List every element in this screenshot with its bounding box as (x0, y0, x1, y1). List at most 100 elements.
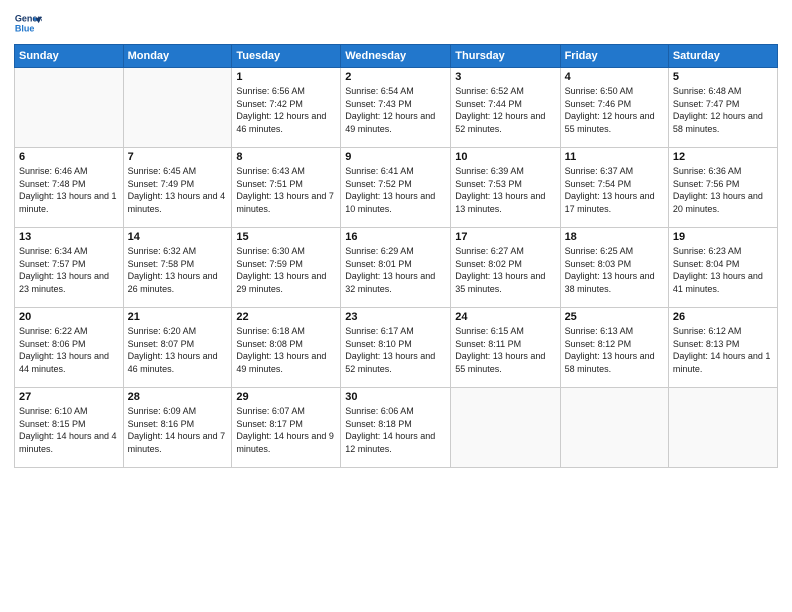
calendar-day: 7 Sunrise: 6:45 AM Sunset: 7:49 PM Daylig… (123, 148, 232, 228)
calendar-day: 12Sunrise: 6:36 AM Sunset: 7:56 PM Dayli… (668, 148, 777, 228)
day-number: 19 (673, 231, 773, 243)
day-info: Sunrise: 6:32 AM Sunset: 7:58 PM Dayligh… (128, 245, 228, 295)
day-number: 28 (128, 391, 228, 403)
calendar-day: 4 Sunrise: 6:50 AM Sunset: 7:46 PM Daylig… (560, 68, 668, 148)
day-info: Sunrise: 6:45 AM Sunset: 7:49 PM Dayligh… (128, 165, 228, 215)
day-info: Sunrise: 6:23 AM Sunset: 8:04 PM Dayligh… (673, 245, 773, 295)
calendar-day: 6 Sunrise: 6:46 AM Sunset: 7:48 PM Daylig… (15, 148, 124, 228)
day-info: Sunrise: 6:10 AM Sunset: 8:15 PM Dayligh… (19, 405, 119, 455)
calendar-day (451, 388, 560, 468)
day-number: 30 (345, 391, 446, 403)
header-wednesday: Wednesday (341, 45, 451, 68)
day-info: Sunrise: 6:27 AM Sunset: 8:02 PM Dayligh… (455, 245, 555, 295)
svg-text:Blue: Blue (15, 23, 35, 33)
day-info: Sunrise: 6:15 AM Sunset: 8:11 PM Dayligh… (455, 325, 555, 375)
calendar-day: 18 Sunrise: 6:25 AM Sunset: 8:03 PM Dayli… (560, 228, 668, 308)
day-info: Sunrise: 6:52 AM Sunset: 7:44 PM Dayligh… (455, 85, 555, 135)
calendar-day: 19 Sunrise: 6:23 AM Sunset: 8:04 PM Dayli… (668, 228, 777, 308)
day-info: Sunrise: 6:06 AM Sunset: 8:18 PM Dayligh… (345, 405, 446, 455)
day-info: Sunrise: 6:46 AM Sunset: 7:48 PM Dayligh… (19, 165, 119, 215)
day-info: Sunrise: 6:13 AM Sunset: 8:12 PM Dayligh… (565, 325, 664, 375)
day-number: 26 (673, 311, 773, 323)
calendar-day: 26 Sunrise: 6:12 AM Sunset: 8:13 PM Dayli… (668, 308, 777, 388)
day-info: Sunrise: 6:09 AM Sunset: 8:16 PM Dayligh… (128, 405, 228, 455)
calendar-body: 1 Sunrise: 6:56 AM Sunset: 7:42 PM Daylig… (15, 68, 778, 468)
day-number: 23 (345, 311, 446, 323)
day-info: Sunrise: 6:43 AM Sunset: 7:51 PM Dayligh… (236, 165, 336, 215)
calendar-week-2: 13 Sunrise: 6:34 AM Sunset: 7:57 PM Dayli… (15, 228, 778, 308)
day-info: Sunrise: 6:41 AM Sunset: 7:52 PM Dayligh… (345, 165, 446, 215)
page: General Blue Sunday Monday Tuesday Wedne… (0, 0, 792, 612)
day-number: 3 (455, 71, 555, 83)
day-number: 27 (19, 391, 119, 403)
day-number: 17 (455, 231, 555, 243)
day-number: 4 (565, 71, 664, 83)
day-info: Sunrise: 6:50 AM Sunset: 7:46 PM Dayligh… (565, 85, 664, 135)
calendar-week-4: 27 Sunrise: 6:10 AM Sunset: 8:15 PM Dayli… (15, 388, 778, 468)
calendar-day: 27 Sunrise: 6:10 AM Sunset: 8:15 PM Dayli… (15, 388, 124, 468)
calendar-day (560, 388, 668, 468)
logo: General Blue (14, 10, 48, 38)
calendar-day: 21Sunrise: 6:20 AM Sunset: 8:07 PM Dayli… (123, 308, 232, 388)
calendar-day: 23 Sunrise: 6:17 AM Sunset: 8:10 PM Dayli… (341, 308, 451, 388)
day-number: 22 (236, 311, 336, 323)
calendar-day: 14 Sunrise: 6:32 AM Sunset: 7:58 PM Dayli… (123, 228, 232, 308)
day-number: 14 (128, 231, 228, 243)
calendar-day: 11 Sunrise: 6:37 AM Sunset: 7:54 PM Dayli… (560, 148, 668, 228)
header-sunday: Sunday (15, 45, 124, 68)
day-number: 18 (565, 231, 664, 243)
calendar-day (123, 68, 232, 148)
header-saturday: Saturday (668, 45, 777, 68)
calendar-day: 16 Sunrise: 6:29 AM Sunset: 8:01 PM Dayli… (341, 228, 451, 308)
day-info: Sunrise: 6:39 AM Sunset: 7:53 PM Dayligh… (455, 165, 555, 215)
calendar-week-1: 6 Sunrise: 6:46 AM Sunset: 7:48 PM Daylig… (15, 148, 778, 228)
day-number: 5 (673, 71, 773, 83)
calendar-table: Sunday Monday Tuesday Wednesday Thursday… (14, 44, 778, 468)
header-monday: Monday (123, 45, 232, 68)
day-info: Sunrise: 6:37 AM Sunset: 7:54 PM Dayligh… (565, 165, 664, 215)
calendar-day: 2 Sunrise: 6:54 AM Sunset: 7:43 PM Daylig… (341, 68, 451, 148)
calendar-day: 1 Sunrise: 6:56 AM Sunset: 7:42 PM Daylig… (232, 68, 341, 148)
calendar-day (15, 68, 124, 148)
calendar-day: 17 Sunrise: 6:27 AM Sunset: 8:02 PM Dayli… (451, 228, 560, 308)
calendar-day: 8 Sunrise: 6:43 AM Sunset: 7:51 PM Daylig… (232, 148, 341, 228)
calendar-day: 24 Sunrise: 6:15 AM Sunset: 8:11 PM Dayli… (451, 308, 560, 388)
day-number: 20 (19, 311, 119, 323)
day-number: 7 (128, 151, 228, 163)
day-number: 10 (455, 151, 555, 163)
calendar-day: 5 Sunrise: 6:48 AM Sunset: 7:47 PM Daylig… (668, 68, 777, 148)
day-number: 1 (236, 71, 336, 83)
day-number: 11 (565, 151, 664, 163)
day-info: Sunrise: 6:07 AM Sunset: 8:17 PM Dayligh… (236, 405, 336, 455)
calendar-week-3: 20 Sunrise: 6:22 AM Sunset: 8:06 PM Dayli… (15, 308, 778, 388)
day-info: Sunrise: 6:34 AM Sunset: 7:57 PM Dayligh… (19, 245, 119, 295)
calendar-day: 20 Sunrise: 6:22 AM Sunset: 8:06 PM Dayli… (15, 308, 124, 388)
day-number: 6 (19, 151, 119, 163)
calendar-day: 30 Sunrise: 6:06 AM Sunset: 8:18 PM Dayli… (341, 388, 451, 468)
day-info: Sunrise: 6:29 AM Sunset: 8:01 PM Dayligh… (345, 245, 446, 295)
day-number: 29 (236, 391, 336, 403)
day-info: Sunrise: 6:56 AM Sunset: 7:42 PM Dayligh… (236, 85, 336, 135)
day-number: 8 (236, 151, 336, 163)
day-info: Sunrise: 6:17 AM Sunset: 8:10 PM Dayligh… (345, 325, 446, 375)
day-number: 2 (345, 71, 446, 83)
calendar-day: 9Sunrise: 6:41 AM Sunset: 7:52 PM Daylig… (341, 148, 451, 228)
calendar-day: 28 Sunrise: 6:09 AM Sunset: 8:16 PM Dayli… (123, 388, 232, 468)
day-info: Sunrise: 6:22 AM Sunset: 8:06 PM Dayligh… (19, 325, 119, 375)
calendar-day (668, 388, 777, 468)
day-info: Sunrise: 6:25 AM Sunset: 8:03 PM Dayligh… (565, 245, 664, 295)
day-info: Sunrise: 6:12 AM Sunset: 8:13 PM Dayligh… (673, 325, 773, 375)
day-info: Sunrise: 6:20 AM Sunset: 8:07 PM Dayligh… (128, 325, 228, 375)
day-info: Sunrise: 6:54 AM Sunset: 7:43 PM Dayligh… (345, 85, 446, 135)
days-header-row: Sunday Monday Tuesday Wednesday Thursday… (15, 45, 778, 68)
calendar-day: 25Sunrise: 6:13 AM Sunset: 8:12 PM Dayli… (560, 308, 668, 388)
day-number: 16 (345, 231, 446, 243)
header-tuesday: Tuesday (232, 45, 341, 68)
day-info: Sunrise: 6:48 AM Sunset: 7:47 PM Dayligh… (673, 85, 773, 135)
calendar-day: 3 Sunrise: 6:52 AM Sunset: 7:44 PM Daylig… (451, 68, 560, 148)
day-number: 24 (455, 311, 555, 323)
calendar-day: 29 Sunrise: 6:07 AM Sunset: 8:17 PM Dayli… (232, 388, 341, 468)
day-info: Sunrise: 6:36 AM Sunset: 7:56 PM Dayligh… (673, 165, 773, 215)
calendar-day: 10 Sunrise: 6:39 AM Sunset: 7:53 PM Dayli… (451, 148, 560, 228)
day-number: 13 (19, 231, 119, 243)
